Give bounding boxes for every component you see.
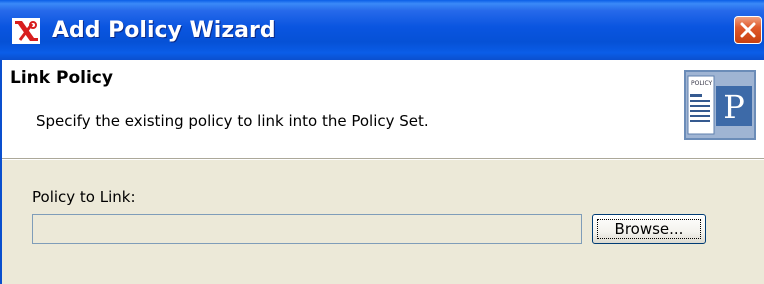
close-icon xyxy=(740,22,756,38)
page-title: Link Policy xyxy=(10,68,113,88)
policy-to-link-label: Policy to Link: xyxy=(32,188,136,206)
browse-button-label: Browse... xyxy=(614,220,684,238)
header-divider xyxy=(0,159,764,160)
add-policy-wizard-dialog: Add Policy Wizard Link Policy Specify th… xyxy=(0,0,764,284)
page-description: Specify the existing policy to link into… xyxy=(36,112,429,130)
close-button[interactable] xyxy=(734,16,762,44)
policy-letter: P xyxy=(723,88,745,126)
policy-document-icon: POLICY P xyxy=(684,70,756,140)
title-bar[interactable]: Add Policy Wizard xyxy=(0,0,764,60)
window-left-border xyxy=(0,60,2,284)
policy-to-link-field[interactable] xyxy=(32,214,582,244)
window-title: Add Policy Wizard xyxy=(52,18,276,43)
policy-caption: POLICY xyxy=(691,80,713,87)
browse-button[interactable]: Browse... xyxy=(592,214,706,244)
policy-wizard-icon xyxy=(12,18,40,44)
wizard-header xyxy=(0,60,764,159)
